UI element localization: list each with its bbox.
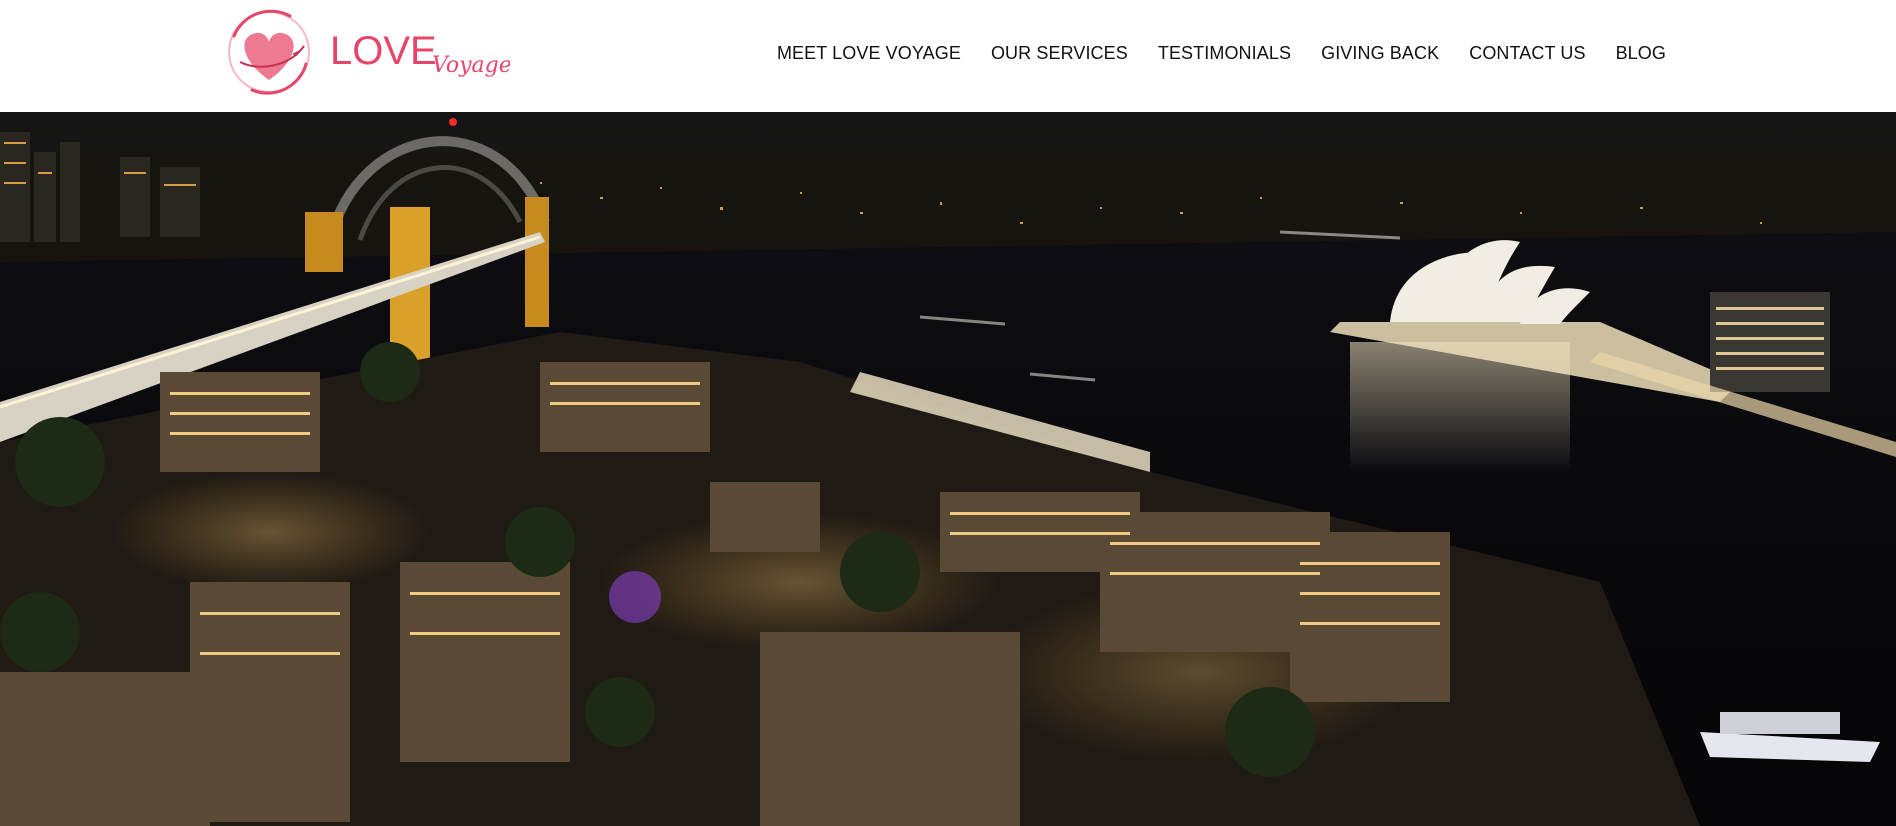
heart-globe-icon: LOVE Voyage bbox=[228, 9, 510, 95]
logo-link[interactable]: LOVE Voyage bbox=[220, 6, 510, 102]
hero-image bbox=[0, 112, 1896, 826]
nav-contact-us[interactable]: CONTACT US bbox=[1469, 43, 1585, 64]
nav-our-services[interactable]: OUR SERVICES bbox=[991, 43, 1128, 64]
logo-word-voyage: Voyage bbox=[432, 53, 510, 78]
site-header: LOVE Voyage MEET LOVE VOYAGE OUR SERVICE… bbox=[0, 0, 1896, 112]
nav-testimonials[interactable]: TESTIMONIALS bbox=[1158, 43, 1291, 64]
sydney-harbour-night-photo bbox=[0, 112, 1896, 826]
logo-word-love: LOVE bbox=[330, 29, 437, 73]
nav-blog[interactable]: BLOG bbox=[1616, 43, 1666, 64]
nav-meet-love-voyage[interactable]: MEET LOVE VOYAGE bbox=[777, 43, 961, 64]
nav-giving-back[interactable]: GIVING BACK bbox=[1321, 43, 1439, 64]
main-nav: MEET LOVE VOYAGE OUR SERVICES TESTIMONIA… bbox=[777, 0, 1666, 106]
